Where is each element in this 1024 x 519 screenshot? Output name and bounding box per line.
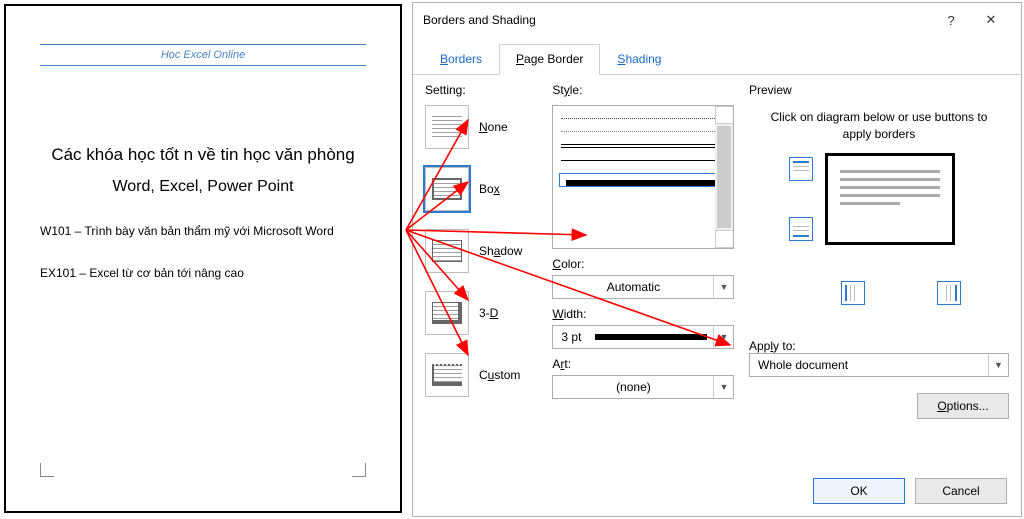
setting-custom[interactable]: Custom	[425, 353, 538, 397]
page-header-title: Học Excel Online	[40, 49, 366, 61]
cancel-button[interactable]: Cancel	[915, 478, 1007, 504]
width-combo[interactable]: 3 pt ▼	[552, 325, 734, 349]
width-sample-icon	[595, 334, 707, 340]
edge-bottom-button[interactable]	[789, 217, 813, 241]
width-label: Width:	[552, 307, 735, 321]
style-scrollbar[interactable]: ▲ ▼	[715, 106, 733, 248]
preview-label: Preview	[749, 83, 1009, 97]
tab-shading[interactable]: Shading	[600, 44, 678, 75]
width-value: 3 pt	[553, 330, 595, 344]
chevron-down-icon: ▼	[713, 276, 733, 298]
header-rule-bottom	[40, 65, 366, 66]
setting-3d-icon	[425, 291, 469, 335]
doc-paragraph-1: W101 – Trình bày văn bản thẩm mỹ với Mic…	[40, 224, 366, 238]
scroll-down-icon[interactable]: ▼	[715, 230, 734, 248]
word-page-preview: Học Excel Online Các khóa học tốt n về t…	[4, 4, 402, 513]
edge-right-button[interactable]	[937, 281, 961, 305]
style-label: Style:	[552, 83, 735, 97]
style-option-dotted[interactable]	[561, 118, 725, 119]
help-button[interactable]: ?	[931, 13, 971, 28]
setting-custom-icon	[425, 353, 469, 397]
apply-to-value: Whole document	[750, 358, 988, 372]
art-label: Art:	[552, 357, 735, 371]
setting-shadow-icon	[425, 229, 469, 273]
doc-title-line2: Word, Excel, Power Point	[40, 178, 366, 196]
setting-none[interactable]: None	[425, 105, 538, 149]
scroll-up-icon[interactable]: ▲	[715, 106, 734, 124]
tab-borders[interactable]: Borders	[423, 44, 499, 75]
art-value: (none)	[553, 380, 713, 394]
preview-area	[749, 153, 1009, 323]
art-combo[interactable]: (none) ▼	[552, 375, 734, 399]
close-button[interactable]: ✕	[971, 12, 1011, 28]
edge-left-button[interactable]	[841, 281, 865, 305]
doc-paragraph-2: EX101 – Excel từ cơ bản tới nâng cao	[40, 266, 366, 280]
setting-none-icon	[425, 105, 469, 149]
style-listbox[interactable]: ▲ ▼	[552, 105, 734, 249]
setting-3d[interactable]: 3-D	[425, 291, 538, 335]
tab-page-border[interactable]: Page Border	[499, 44, 600, 75]
scroll-thumb[interactable]	[717, 126, 731, 228]
setting-label: Setting:	[425, 83, 538, 97]
color-value: Automatic	[553, 280, 713, 294]
borders-shading-dialog: Borders and Shading ? ✕ Borders Page Bor…	[412, 2, 1022, 517]
setting-shadow[interactable]: Shadow	[425, 229, 538, 273]
tab-bar: Borders Page Border Shading	[413, 37, 1021, 75]
dialog-title: Borders and Shading	[423, 13, 931, 27]
ok-button[interactable]: OK	[813, 478, 905, 504]
style-column: Style: ▲ ▼ Color: Automatic ▼ Width:	[552, 83, 735, 466]
preview-page[interactable]	[825, 153, 955, 245]
chevron-down-icon: ▼	[713, 376, 733, 398]
doc-title-line1: Các khóa học tốt n về tin học văn phòng	[40, 142, 366, 168]
edge-top-button[interactable]	[789, 157, 813, 181]
color-combo[interactable]: Automatic ▼	[552, 275, 734, 299]
setting-box[interactable]: Box	[425, 167, 538, 211]
apply-to-label: Apply to:	[749, 339, 1009, 353]
style-option-double[interactable]	[561, 144, 725, 148]
preview-column: Preview Click on diagram below or use bu…	[749, 83, 1009, 466]
options-button[interactable]: Options...	[917, 393, 1009, 419]
apply-to-combo[interactable]: Whole document ▼	[749, 353, 1009, 377]
dialog-titlebar: Borders and Shading ? ✕	[413, 3, 1021, 37]
style-option-thin[interactable]	[561, 160, 725, 161]
preview-hint: Click on diagram below or use buttons to…	[769, 109, 989, 143]
style-option-dotted-light[interactable]	[561, 131, 725, 132]
style-option-selected[interactable]	[559, 173, 727, 187]
chevron-down-icon: ▼	[988, 354, 1008, 376]
setting-column: Setting: None Box Shadow 3-D Custom	[425, 83, 538, 466]
crop-mark-br	[352, 463, 366, 477]
header-rule-top	[40, 44, 366, 45]
dialog-footer: OK Cancel	[413, 466, 1021, 516]
chevron-down-icon: ▼	[713, 326, 733, 348]
crop-mark-bl	[40, 463, 54, 477]
color-label: Color:	[552, 257, 735, 271]
setting-box-icon	[425, 167, 469, 211]
